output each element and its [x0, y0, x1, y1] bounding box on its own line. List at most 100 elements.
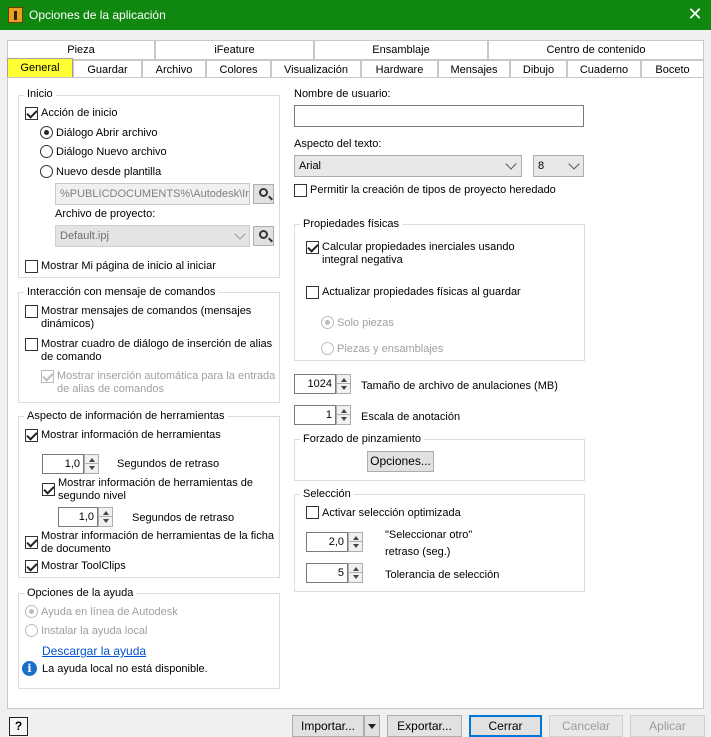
checkbox-label: Acción de inicio [41, 107, 118, 119]
mostrar-pagina-checkbox[interactable] [25, 260, 38, 273]
escala-label: Escala de anotación [361, 411, 461, 423]
browse-plantilla-button[interactable] [253, 184, 274, 204]
anulaciones-stepper[interactable] [336, 374, 351, 394]
tolerancia-input[interactable]: 5 [306, 563, 348, 583]
radio-label: Diálogo Abrir archivo [56, 127, 158, 139]
alias-comando-checkbox[interactable] [25, 338, 38, 351]
seleccionar-otro-input[interactable]: 2,0 [306, 532, 348, 552]
actualizar-propiedades-checkbox[interactable] [306, 286, 319, 299]
group-title: Interacción con mensaje de comandos [24, 286, 219, 299]
segundo-nivel-checkbox[interactable] [42, 483, 55, 496]
caret-down-icon [368, 724, 376, 729]
group-title: Propiedades físicas [300, 218, 402, 231]
close-icon[interactable]: ✕ [684, 4, 706, 26]
info-icon: i [22, 661, 37, 676]
checkbox-label: Mostrar información de herramientas [41, 429, 221, 441]
checkbox-label: Actualizar propiedades físicas al guarda… [322, 286, 521, 298]
checkbox-label: Mostrar cuadro de diálogo de inserción d… [41, 338, 273, 363]
fuente-select[interactable]: Arial [294, 155, 522, 177]
seleccionar-otro-stepper[interactable] [348, 532, 363, 552]
retraso-input[interactable]: 1,0 [42, 454, 84, 474]
anulaciones-input[interactable]: 1024 [294, 374, 336, 394]
proyecto-label: Archivo de proyecto: [55, 208, 156, 220]
retraso-label: Segundos de retraso [132, 512, 235, 524]
group-title: Aspecto de información de herramientas [24, 410, 228, 423]
group-title: Inicio [24, 88, 56, 101]
title-bar: Opciones de la aplicación ✕ [0, 0, 711, 30]
window-title: Opciones de la aplicación [29, 8, 166, 22]
radio-label: Instalar la ayuda local [41, 625, 148, 637]
radio-label: Solo piezas [337, 317, 394, 329]
retraso-stepper[interactable] [84, 454, 99, 474]
seleccion-optimizada-checkbox[interactable] [306, 506, 319, 519]
tab-general[interactable]: General [7, 58, 73, 79]
toolclips-checkbox[interactable] [25, 560, 38, 573]
checkbox-label: Mostrar mensajes de comandos (mensajes d… [41, 305, 252, 330]
aspecto-texto-label: Aspecto del texto: [294, 138, 382, 150]
ayuda-no-disponible: La ayuda local no está disponible. [42, 663, 208, 675]
cerrar-button[interactable]: Cerrar [469, 715, 542, 737]
retraso-seg-label: retraso (seg.) [385, 546, 451, 558]
plantilla-path-input[interactable]: %PUBLICDOCUMENTS%\Autodesk\Inve [55, 183, 250, 205]
search-icon [259, 230, 268, 239]
group-title: Forzado de pinzamiento [300, 433, 425, 446]
heredado-checkbox[interactable] [294, 184, 307, 197]
tab-ensamblaje[interactable]: Ensamblaje [314, 40, 488, 60]
mostrar-info-checkbox[interactable] [25, 429, 38, 442]
piezas-ensamblajes-radio[interactable] [321, 342, 334, 355]
ayuda-linea-radio[interactable] [25, 605, 38, 618]
ficha-documento-checkbox[interactable] [25, 536, 38, 549]
usuario-input[interactable] [294, 105, 584, 127]
search-icon [259, 188, 268, 197]
retraso2-stepper[interactable] [98, 507, 113, 527]
retraso2-input[interactable]: 1,0 [58, 507, 98, 527]
radio-label: Ayuda en línea de Autodesk [41, 606, 178, 618]
tab-pieza[interactable]: Pieza [7, 40, 155, 60]
tab-centro-contenido[interactable]: Centro de contenido [488, 40, 704, 60]
checkbox-label: Mostrar Mi página de inicio al iniciar [41, 260, 216, 272]
accion-inicio-checkbox[interactable] [25, 107, 38, 120]
inerciales-checkbox[interactable] [306, 241, 319, 254]
proyecto-select[interactable]: Default.ipj [55, 225, 250, 247]
tolerancia-label: Tolerancia de selección [385, 569, 500, 581]
abrir-archivo-radio[interactable] [40, 126, 53, 139]
descargar-ayuda-link[interactable]: Descargar la ayuda [42, 644, 146, 658]
chevron-down-icon [234, 228, 246, 240]
tolerancia-stepper[interactable] [348, 563, 363, 583]
select-value: Arial [299, 160, 322, 172]
select-value: Default.ipj [60, 230, 109, 242]
nuevo-archivo-radio[interactable] [40, 145, 53, 158]
checkbox-label: Calcular propiedades inerciales usando i… [322, 241, 515, 266]
opciones-pinzamiento-button[interactable]: Opciones... [367, 451, 434, 472]
help-button[interactable]: ? [9, 717, 28, 736]
group-title: Opciones de la ayuda [24, 587, 137, 600]
seleccionar-otro-label: "Seleccionar otro" [385, 529, 473, 541]
checkbox-label: Mostrar ToolClips [41, 560, 126, 572]
app-icon [8, 7, 23, 23]
insercion-automatica-checkbox[interactable] [41, 370, 54, 383]
checkbox-label: Mostrar inserción automática para la ent… [57, 370, 276, 395]
exportar-button[interactable]: Exportar... [387, 715, 462, 737]
checkbox-label: Mostrar información de herramientas de l… [41, 530, 274, 555]
ayuda-local-radio[interactable] [25, 624, 38, 637]
mensajes-comandos-checkbox[interactable] [25, 305, 38, 318]
usuario-label: Nombre de usuario: [294, 88, 391, 100]
aplicar-button[interactable]: Aplicar [630, 715, 705, 737]
radio-label: Piezas y ensamblajes [337, 343, 444, 355]
escala-input[interactable]: 1 [294, 405, 336, 425]
browse-proyecto-button[interactable] [253, 226, 274, 246]
importar-button[interactable]: Importar... [292, 715, 364, 737]
chevron-down-icon [505, 158, 517, 170]
cancelar-button[interactable]: Cancelar [549, 715, 623, 737]
checkbox-label: Mostrar información de herramientas de s… [58, 477, 254, 502]
tamano-select[interactable]: 8 [533, 155, 584, 177]
retraso-label: Segundos de retraso [117, 458, 220, 470]
checkbox-label: Activar selección optimizada [322, 507, 461, 519]
nuevo-plantilla-radio[interactable] [40, 165, 53, 178]
radio-label: Diálogo Nuevo archivo [56, 146, 167, 158]
anulaciones-label: Tamaño de archivo de anulaciones (MB) [361, 380, 558, 392]
escala-stepper[interactable] [336, 405, 351, 425]
solo-piezas-radio[interactable] [321, 316, 334, 329]
importar-dropdown-button[interactable] [364, 715, 380, 737]
tab-ifeature[interactable]: iFeature [155, 40, 314, 60]
